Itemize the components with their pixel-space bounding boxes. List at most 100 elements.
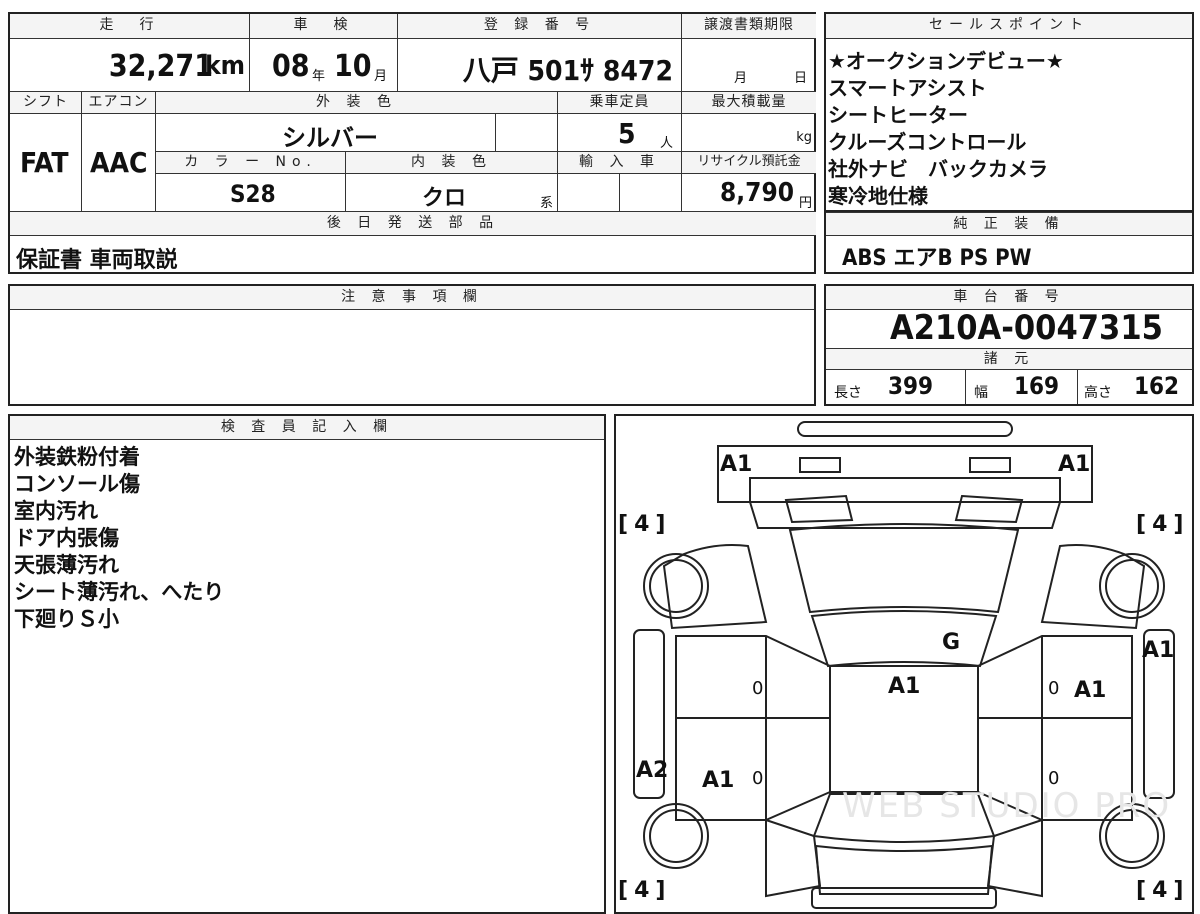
interior-value: クロ — [422, 186, 467, 211]
equipment-header: 純 正 装 備 — [826, 212, 1192, 236]
import-header: 輸 入 車 — [558, 152, 682, 174]
mark-left-rear-panel: A2 — [636, 758, 669, 783]
max-load-cell: kg — [682, 114, 816, 152]
color-no-cell: S28 — [156, 174, 346, 212]
shift-value: FAT — [20, 146, 69, 179]
mileage-header: 走 行 — [10, 14, 250, 39]
tire-fr-value: 4 — [1152, 512, 1174, 537]
list-item: 天張薄汚れ — [14, 553, 119, 577]
zero-mark: 0 — [1048, 678, 1060, 699]
car-diagram-box: WEB STUDIO PRO A1 A1 [4] [4] [4] [4] G A… — [614, 414, 1194, 914]
inspection-cell: 08 年 10 月 — [250, 39, 398, 92]
recycle-cell: 8,790 円 — [682, 174, 816, 212]
spec-height-cell: 高さ 162 — [1078, 370, 1192, 404]
list-item: シート薄汚れ、へたり — [14, 580, 225, 604]
sales-points-header: セールスポイント — [826, 14, 1192, 39]
recycle-value: 8,790 — [720, 178, 794, 208]
summary-table: 走 行 車 検 登 録 番 号 譲渡書類期限 32,271 km 08 年 10… — [8, 12, 816, 274]
spec-length-cell: 長さ 399 — [826, 370, 966, 404]
chassis-box: 車 台 番 号 A210A-0047315 諸 元 長さ 399 幅 169 高… — [824, 284, 1194, 406]
interior-unit: 系 — [539, 196, 553, 211]
mark-front-right: A1 — [1058, 452, 1091, 477]
specs-header: 諸 元 — [826, 348, 1192, 370]
notes-box: 注 意 事 項 欄 — [8, 284, 816, 406]
ac-value: AAC — [90, 146, 148, 179]
equipment-box: 純 正 装 備 ABS エアB PS PW — [824, 212, 1194, 274]
capacity-cell: 5 人 — [558, 114, 682, 152]
tire-fl-value: 4 — [634, 512, 656, 537]
import-cell-b — [620, 174, 682, 212]
mileage-cell: 32,271 km — [10, 39, 250, 92]
transfer-header: 譲渡書類期限 — [682, 14, 816, 39]
max-load-unit: kg — [796, 130, 812, 145]
list-item: 下廻りＳ小 — [14, 607, 119, 631]
interior-cell: クロ 系 — [346, 174, 558, 212]
capacity-value: 5 — [618, 117, 636, 150]
list-item: 社外ナビ バックカメラ — [828, 157, 1048, 181]
shift-cell: FAT — [10, 114, 82, 212]
interior-header: 内 装 色 — [346, 152, 558, 174]
exterior-header: 外 装 色 — [156, 92, 558, 114]
capacity-unit: 人 — [660, 136, 674, 151]
mark-windshield: G — [942, 630, 961, 655]
spec-height-value: 162 — [1134, 372, 1180, 400]
notes-header: 注 意 事 項 欄 — [10, 286, 814, 310]
color-no-value: S28 — [230, 180, 276, 208]
zero-mark: 0 — [752, 768, 764, 789]
registration-cell: 八戸 501ｻ 8472 — [398, 39, 682, 92]
tire-rr-value: 4 — [1152, 878, 1174, 903]
transfer-day-unit: 日 — [794, 71, 808, 86]
list-item: ドア内張傷 — [14, 526, 119, 550]
month-unit: 月 — [374, 69, 388, 84]
sales-points-box: セールスポイント ★オークションデビュー★ スマートアシスト シートヒーター ク… — [824, 12, 1194, 212]
transfer-month-unit: 月 — [734, 71, 748, 86]
mileage-unit: km — [205, 51, 245, 81]
spec-length-value: 399 — [888, 372, 934, 400]
spec-width-label: 幅 — [974, 385, 988, 401]
later-value: 保証書 車両取説 — [16, 248, 178, 273]
max-load-header: 最大積載量 — [682, 92, 816, 114]
zero-mark: 0 — [1048, 768, 1060, 789]
inspector-list: 外装鉄粉付着 コンソール傷 室内汚れ ドア内張傷 天張薄汚れ シート薄汚れ、へた… — [14, 444, 224, 633]
mark-roof: A1 — [888, 674, 921, 699]
mark-right-door: A1 — [1074, 678, 1107, 703]
mark-left-rear-door: A1 — [702, 768, 735, 793]
list-item: シートヒーター — [828, 103, 968, 127]
mileage-value: 32,271 — [108, 49, 213, 84]
inspection-year: 08 — [272, 49, 310, 84]
recycle-header: リサイクル預託金 — [682, 152, 816, 174]
ac-header: エアコン — [82, 92, 156, 114]
later-header: 後 日 発 送 部 品 — [10, 212, 816, 236]
inspector-box: 検 査 員 記 入 欄 外装鉄粉付着 コンソール傷 室内汚れ ドア内張傷 天張薄… — [8, 414, 606, 914]
capacity-header: 乗車定員 — [558, 92, 682, 114]
inspection-month: 10 — [334, 49, 372, 84]
list-item: コンソール傷 — [14, 472, 140, 496]
equipment-value: ABS エアB PS PW — [842, 246, 1032, 271]
shift-header: シフト — [10, 92, 82, 114]
exterior-value: シルバー — [282, 124, 378, 152]
diagram-watermark: WEB STUDIO PRO — [842, 786, 1172, 826]
list-item: クルーズコントロール — [828, 130, 1027, 154]
import-cell-a — [558, 174, 620, 212]
registration-header: 登 録 番 号 — [398, 14, 682, 39]
exterior-extra-cell — [496, 114, 558, 152]
mark-right-side: A1 — [1142, 638, 1175, 663]
list-item: スマートアシスト — [828, 76, 987, 100]
recycle-unit: 円 — [798, 196, 812, 211]
spec-height-label: 高さ — [1084, 385, 1112, 401]
transfer-cell: 月 日 — [682, 39, 816, 92]
registration-value: 八戸 501ｻ 8472 — [462, 54, 673, 87]
tire-front-left: [4] — [618, 512, 672, 537]
chassis-value: A210A-0047315 — [890, 308, 1163, 348]
list-item: ★オークションデビュー★ — [828, 49, 1064, 73]
spec-length-label: 長さ — [834, 385, 862, 401]
tire-rl-value: 4 — [634, 878, 656, 903]
list-item: 寒冷地仕様 — [828, 184, 928, 208]
ac-cell: AAC — [82, 114, 156, 212]
tire-front-right: [4] — [1136, 512, 1190, 537]
list-item: 外装鉄粉付着 — [14, 445, 140, 469]
zero-mark: 0 — [752, 678, 764, 699]
exterior-cell: シルバー — [156, 114, 496, 152]
inspector-header: 検 査 員 記 入 欄 — [10, 416, 604, 440]
mark-front-left: A1 — [720, 452, 753, 477]
